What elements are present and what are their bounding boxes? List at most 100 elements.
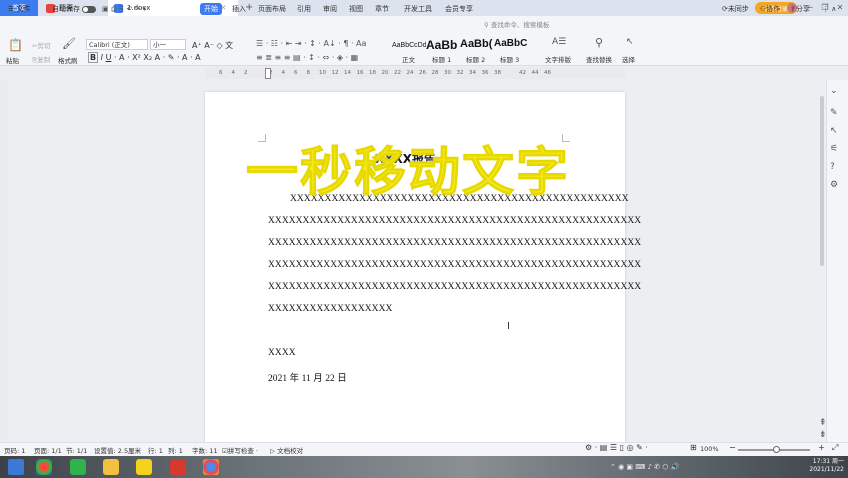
start-icon[interactable] [8,459,24,475]
tab-view[interactable]: 视图 [345,3,367,15]
wechat-icon[interactable] [70,459,86,475]
proofread-button[interactable]: ▷ 文档校对 [270,445,303,455]
adjust-icon[interactable]: ⚟ [830,144,838,154]
ruler-tick: 38 [494,70,501,76]
status-setting: 设置值: 2.5厘米 [94,447,142,455]
paragraph-align-buttons[interactable]: ≡ ≣ ≡ ≡ ▤ · ↕ · ⇔ · ◈ · ▦ [256,53,358,62]
status-page: 页码: 1 [4,447,26,455]
quick-access-icons[interactable]: ▣ ⎙ ⎘ ↶ ↷ ▾ [98,3,150,15]
paragraph-list-buttons[interactable]: ☰ · ☷ · ⇤ ⇥ · ↕ · A↓ · ¶ · Aa [256,39,366,48]
zoom-in-icon[interactable]: + [818,443,825,452]
document-date[interactable]: 2021 年 11 月 22 日 [268,370,347,384]
tab-start[interactable]: 开始 [200,3,222,15]
ruler-tick: 24 [406,70,414,76]
font-family-select[interactable]: Calibri (正文) [86,39,148,50]
share-button[interactable]: ⇪分享 [786,3,814,15]
ruler-tick: 34 [469,70,476,76]
collapse-icon[interactable]: ⌄ [830,86,838,96]
ruler-tick: 30 [444,70,451,76]
settings-icon[interactable]: ⚙ [830,180,838,190]
wps-icon[interactable] [170,459,186,475]
format-painter-label[interactable]: 格式刷 [58,55,78,65]
page-view-icon[interactable]: ⊞ [690,443,697,452]
tab-chapter[interactable]: 章节 [371,3,393,15]
command-search[interactable]: ⚲ 查找命令、搜索模板 [484,19,564,31]
clock-date: 2021/11/22 [809,466,844,473]
document-line[interactable]: XXXXXXXXXXXXXXXXXXXXXXXXXXXXXXXXXXXXXXXX… [268,282,641,292]
scroll-thumb[interactable] [820,96,824,266]
text-layout-icon[interactable]: A☰ [552,37,566,47]
clock[interactable]: 17:31 周一 2021/11/22 [796,458,844,474]
ruler-tick: 42 [519,70,526,76]
style-h3-label[interactable]: 标题 3 [500,54,519,64]
document-line[interactable]: XXXXXXXXXXXXXXXXXXXXXXXXXXXXXXXXXXXXXXXX… [268,238,641,248]
fullscreen-icon[interactable]: ⤢ [832,443,838,453]
text-layout-button[interactable]: 文字排版 [545,54,571,64]
ruler-tick: 12 [331,70,339,76]
help-icon[interactable]: ? [830,162,835,172]
indent-marker[interactable] [265,68,271,79]
autosave-toggle[interactable]: 自动保存 [48,3,100,15]
browser-icon[interactable] [36,459,52,475]
style-h2-preview[interactable]: AaBb( [460,38,494,54]
font-format-buttons[interactable]: B I U · A · X² X₂ A · ✎ · A · A [88,52,201,63]
spellcheck-button[interactable]: ☑拼写检查 · [222,445,258,455]
style-normal-label[interactable]: 正文 [402,54,415,64]
document-signature[interactable]: XXXX [268,348,296,358]
style-h3-preview[interactable]: AaBbC [494,38,528,54]
find-replace-button[interactable]: 查找替换 [586,54,612,64]
view-mode-icons[interactable]: ⚙ · ▤ ☰ ▯ ◎ ✎ · [585,443,648,452]
select-cursor-icon[interactable]: ↖ [626,37,634,47]
zoom-slider-handle[interactable] [773,446,780,453]
ruler-tick: 6 [219,70,223,76]
paste-label[interactable]: 粘贴 [6,55,19,65]
style-normal-preview[interactable]: AaBbCcDd [392,38,426,54]
find-icon[interactable]: ⚲ [595,36,603,49]
document-line[interactable]: XXXXXXXXXXXXXXXXXXXXXXXXXXXXXXXXXXXXXXXX… [268,260,641,270]
vertical-ruler[interactable] [0,80,8,440]
file-menu[interactable]: ☰ 文件 [4,3,35,15]
font-size-select[interactable]: 小一 [150,39,186,50]
tab-references[interactable]: 引用 [293,3,315,15]
tab-page-layout[interactable]: 页面布局 [254,3,290,15]
status-word-count[interactable]: 字数: 11 [192,445,218,455]
ruler-tick: 8 [306,70,311,76]
ruler-tick: 44 [531,70,539,76]
zoom-out-icon[interactable]: − [729,443,736,452]
tray-icons[interactable]: ⌃ ◉ ▣ ⌨ ♪ ✆ ⬡ 🔊 [610,463,679,471]
ruler-tick: 36 [481,70,489,76]
document-line[interactable]: XXXXXXXXXXXXXXXXXX [268,304,392,314]
chrome-icon[interactable] [203,459,219,475]
pin-app-icon[interactable] [136,459,152,475]
sync-status[interactable]: ⟳未同步 [718,3,753,15]
style-h1-label[interactable]: 标题 1 [432,54,451,64]
zoom-level[interactable]: 100% [700,445,719,453]
ruler-tick: 32 [456,70,464,76]
tab-insert[interactable]: 插入 [228,3,250,15]
document-line[interactable]: XXXXXXXXXXXXXXXXXXXXXXXXXXXXXXXXXXXXXXXX… [268,216,641,226]
tab-developer[interactable]: 开发工具 [400,3,436,15]
collab-button[interactable]: ⚇协作 [756,3,784,15]
status-col: 列: 1 [168,447,183,455]
cut-button[interactable]: ✂剪切 [32,40,50,50]
font-size-grow-shrink[interactable]: A⁺ A⁻ ◇ 文 [192,40,233,51]
page-down-icon[interactable]: ⇟ [819,430,827,440]
ruler-tick: 14 [344,70,351,76]
style-h2-label[interactable]: 标题 2 [466,54,485,64]
more-icon[interactable]: ⋮ ∧ [818,3,840,15]
style-h1-preview[interactable]: AaBb [426,38,460,54]
ruler-tick: 16 [356,70,364,76]
ruler-tick: 28 [431,70,439,76]
cursor-icon[interactable]: ↖ [830,126,838,136]
tab-member[interactable]: 会员专享 [441,3,477,15]
pen-icon[interactable]: ✎ [830,108,838,118]
page-up-icon[interactable]: ⇞ [819,418,827,428]
folder-icon[interactable] [103,459,119,475]
tab-review[interactable]: 审阅 [319,3,341,15]
toggle-icon [82,5,96,13]
paste-icon[interactable]: 📋 [8,38,23,52]
select-button[interactable]: 选择 [622,54,635,64]
text-cursor-icon: I [507,321,510,332]
format-painter-icon[interactable]: 🖌 [62,37,76,50]
copy-button[interactable]: ⎘复制 [32,54,50,65]
